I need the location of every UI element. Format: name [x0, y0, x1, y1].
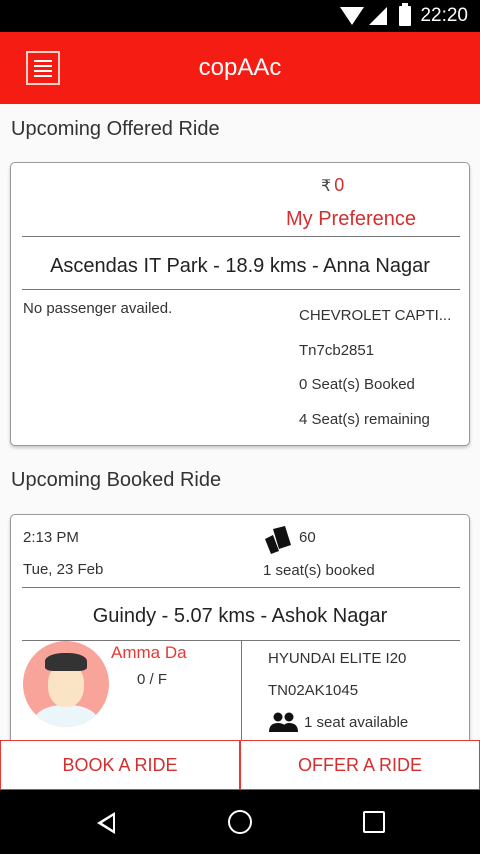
offer-a-ride-button[interactable]: OFFER A RIDE — [240, 740, 480, 790]
recent-apps-icon[interactable] — [363, 811, 385, 833]
home-icon[interactable] — [228, 810, 252, 834]
tickets-icon — [265, 526, 291, 554]
signal-icon — [369, 7, 387, 25]
status-bar: 22:20 — [0, 0, 480, 32]
offered-seats-booked: 0 Seat(s) Booked — [299, 376, 415, 393]
offered-seats-remaining: 4 Seat(s) remaining — [299, 411, 430, 428]
main-content[interactable]: Upcoming Offered Ride ₹0 My Preference A… — [0, 104, 480, 740]
divider — [22, 236, 460, 237]
offered-section-title: Upcoming Offered Ride — [11, 118, 220, 140]
offered-price: ₹0 — [321, 175, 344, 196]
app-bar: copAAc — [0, 32, 480, 104]
system-nav-bar — [0, 790, 480, 854]
no-passenger-text: No passenger availed. — [23, 300, 173, 317]
back-icon[interactable] — [97, 812, 115, 834]
rider-rating: 0 / F — [137, 671, 168, 688]
booked-seats-available: 1 seat available — [304, 714, 409, 731]
divider — [22, 587, 460, 588]
offered-ride-card[interactable]: ₹0 My Preference Ascendas IT Park - 18.9… — [10, 162, 470, 446]
bottom-action-bar: BOOK A RIDE OFFER A RIDE — [0, 740, 480, 790]
offered-price-value: 0 — [334, 175, 345, 195]
booked-ride-card[interactable]: 2:13 PM Tue, 23 Feb 60 1 seat(s) booked … — [10, 514, 470, 740]
people-icon — [269, 712, 298, 732]
rupee-icon: ₹ — [321, 178, 332, 195]
booked-seats: 1 seat(s) booked — [263, 562, 375, 579]
wifi-icon — [340, 7, 364, 25]
booked-fare: 60 — [299, 529, 316, 546]
my-preference-link[interactable]: My Preference — [286, 208, 416, 231]
booked-time: 2:13 PM — [23, 529, 79, 546]
book-a-ride-button[interactable]: BOOK A RIDE — [0, 740, 240, 790]
app-title: copAAc — [198, 54, 282, 81]
offered-car-model: CHEVROLET CAPTI... — [299, 307, 452, 324]
divider — [22, 289, 460, 290]
booked-section-title: Upcoming Booked Ride — [11, 469, 222, 491]
battery-icon — [399, 3, 411, 26]
booked-route: Guindy - 5.07 kms - Ashok Nagar — [92, 605, 388, 627]
vertical-divider — [241, 641, 242, 740]
booked-date: Tue, 23 Feb — [23, 561, 104, 578]
offered-route: Ascendas IT Park - 18.9 kms - Anna Nagar — [50, 255, 430, 277]
offered-car-number: Tn7cb2851 — [299, 342, 375, 359]
booked-car-model: HYUNDAI ELITE I20 — [268, 650, 407, 667]
status-time: 22:20 — [420, 5, 468, 26]
booked-car-number: TN02AK1045 — [268, 682, 359, 699]
avatar[interactable] — [23, 641, 109, 727]
rider-name[interactable]: Amma Da — [111, 643, 187, 663]
